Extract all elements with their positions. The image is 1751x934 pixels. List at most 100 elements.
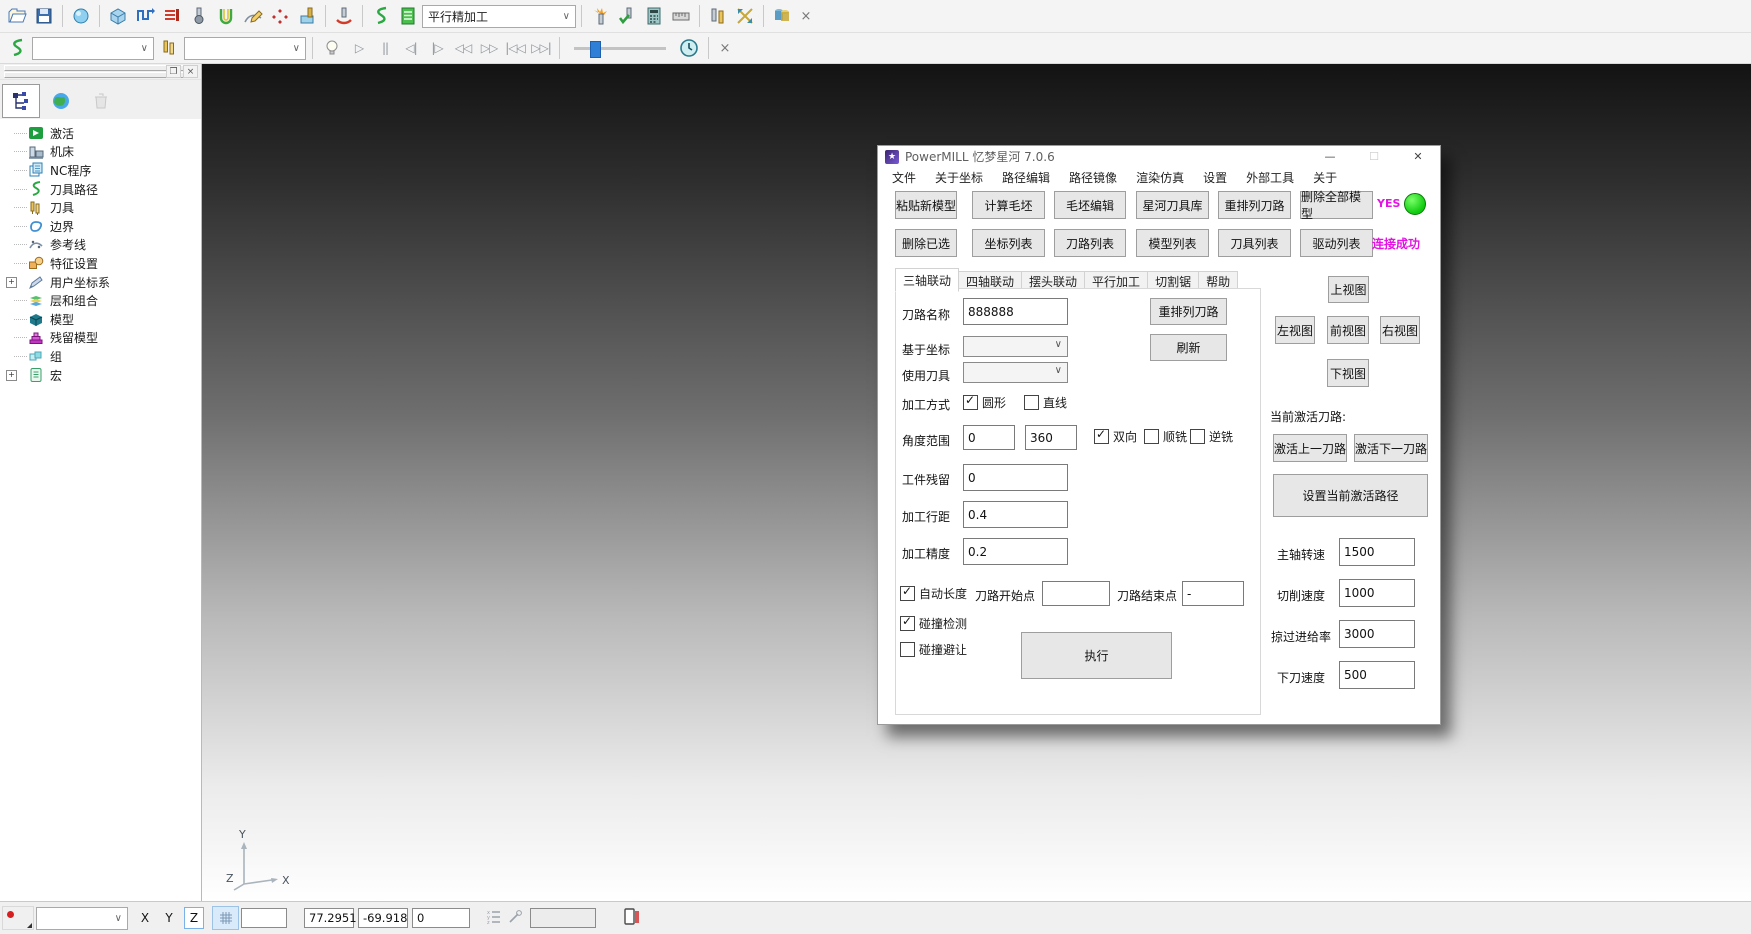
tree-item-levels[interactable]: 层和组合 — [0, 291, 201, 310]
toolpath-icon[interactable] — [368, 3, 394, 29]
tree-item-toolpaths[interactable]: 刀具路径 — [0, 180, 201, 199]
axis-x-button[interactable]: X — [136, 908, 154, 928]
paste-new-model-button[interactable]: 粘贴新模型 — [895, 191, 957, 219]
panel-float-button[interactable]: ❐ — [166, 65, 181, 78]
toolpath-icon[interactable] — [4, 35, 30, 61]
checkbox-icon[interactable] — [900, 642, 915, 657]
toolbar-close-button[interactable]: × — [796, 6, 816, 26]
checkbox-icon[interactable] — [900, 616, 915, 631]
strategy-preset-dropdown[interactable]: 平行精加工 — [422, 5, 576, 28]
checkbox-icon[interactable] — [1144, 429, 1159, 444]
tree-item-patterns[interactable]: 参考线 — [0, 236, 201, 255]
view-right-button[interactable]: 右视图 — [1380, 316, 1420, 344]
tree-item-groups[interactable]: 组 — [0, 347, 201, 366]
raster-path-icon[interactable] — [132, 3, 158, 29]
path-name-input[interactable] — [963, 298, 1068, 325]
graphics-viewport[interactable]: Y Z X ★ PowerMILL 忆梦星河 7.0.6 — ☐ ✕ 文件 — [202, 64, 1751, 902]
tool-pair-icon[interactable] — [705, 3, 731, 29]
menu-about[interactable]: 关于 — [1313, 169, 1337, 186]
checkbox-icon[interactable] — [900, 586, 915, 601]
axis-z-button[interactable]: Z — [184, 907, 204, 929]
tool-check-icon[interactable] — [614, 3, 640, 29]
angle-to-input[interactable] — [1025, 425, 1077, 450]
checkbox-icon[interactable] — [1024, 395, 1039, 410]
both-dir-checkbox[interactable]: 双向 — [1094, 428, 1137, 445]
tree-item-models[interactable]: 模型 — [0, 310, 201, 329]
coord-z-readout[interactable]: 0 — [412, 908, 470, 928]
set-active-path-button[interactable]: 设置当前激活路径 — [1273, 474, 1428, 517]
coord-list-button[interactable]: 坐标列表 — [972, 229, 1045, 257]
stepover-input[interactable] — [963, 501, 1068, 528]
points-pattern-icon[interactable] — [267, 3, 293, 29]
path-start-input[interactable] — [1042, 581, 1110, 606]
axis-y-button[interactable]: Y — [160, 908, 178, 928]
go-to-start-button[interactable]: |◁◁ — [503, 36, 527, 60]
shade-icon[interactable] — [68, 3, 94, 29]
step-forward-button[interactable]: |▷ — [425, 36, 449, 60]
based-coord-dropdown[interactable] — [963, 336, 1068, 357]
save-icon[interactable] — [31, 3, 57, 29]
model-list-button[interactable]: 模型列表 — [1136, 229, 1209, 257]
rearrange-paths-button[interactable]: 重排列刀路 — [1218, 191, 1291, 219]
stock-icon[interactable] — [159, 3, 185, 29]
minimize-button[interactable]: — — [1308, 146, 1352, 167]
go-to-end-button[interactable]: ▷▷| — [529, 36, 553, 60]
tool-burst-icon[interactable] — [587, 3, 613, 29]
expand-icon[interactable]: + — [6, 277, 17, 288]
ball-tool-icon[interactable] — [186, 3, 212, 29]
auto-length-checkbox[interactable]: 自动长度 — [900, 585, 967, 602]
menu-path-edit[interactable]: 路径编辑 — [1002, 169, 1050, 186]
tree-item-nc-program[interactable]: NC程序 — [0, 161, 201, 180]
pattern-pencil-icon[interactable] — [240, 3, 266, 29]
sim-tool-dropdown[interactable] — [184, 37, 306, 60]
tree-item-boundaries[interactable]: 边界 — [0, 217, 201, 236]
view-front-button[interactable]: 前视图 — [1327, 316, 1369, 344]
edit-stock-button[interactable]: 毛坯编辑 — [1054, 191, 1126, 219]
view-bottom-button[interactable]: 下视图 — [1327, 359, 1369, 387]
collision-check-checkbox[interactable]: 碰撞检测 — [900, 615, 967, 632]
boundary-u-icon[interactable] — [213, 3, 239, 29]
tab-explorer-tree[interactable] — [2, 84, 40, 118]
tree-item-activate[interactable]: 激活 — [0, 124, 201, 143]
coord-y-readout[interactable]: -69.918 — [358, 908, 408, 928]
angle-from-input[interactable] — [963, 425, 1015, 450]
fast-forward-button[interactable]: ▷▷ — [477, 36, 501, 60]
checkbox-icon[interactable] — [1094, 429, 1109, 444]
tolerance-input[interactable] — [963, 538, 1068, 565]
tree-item-stock-models[interactable]: 残留模型 — [0, 329, 201, 348]
menu-settings[interactable]: 设置 — [1203, 169, 1227, 186]
tab-explorer-display[interactable] — [42, 84, 80, 118]
tree-item-macros[interactable]: + 宏 — [0, 366, 201, 385]
view-top-button[interactable]: 上视图 — [1328, 276, 1369, 303]
ruler-icon[interactable] — [668, 3, 694, 29]
menu-render-sim[interactable]: 渲染仿真 — [1136, 169, 1184, 186]
grid-snap-button[interactable] — [212, 906, 239, 930]
snap-value-field[interactable] — [241, 908, 287, 928]
stock-allowance-input[interactable] — [963, 464, 1068, 491]
drive-list-button[interactable]: 驱动列表 — [1300, 229, 1373, 257]
plunge-feed-input[interactable] — [1339, 661, 1415, 689]
conventional-checkbox[interactable]: 逆铣 — [1190, 428, 1233, 445]
menu-external-tools[interactable]: 外部工具 — [1246, 169, 1294, 186]
compare-models-icon[interactable] — [769, 3, 795, 29]
path-list-button[interactable]: 刀路列表 — [1054, 229, 1126, 257]
speed-slider-handle[interactable] — [590, 41, 601, 58]
tree-item-workplanes[interactable]: + 用户坐标系 — [0, 273, 201, 292]
bulb-icon[interactable] — [319, 35, 345, 61]
delete-selected-button[interactable]: 删除已选 — [895, 229, 957, 257]
close-button[interactable]: ✕ — [1396, 146, 1440, 167]
checkbox-icon[interactable] — [963, 395, 978, 410]
climb-checkbox[interactable]: 顺铣 — [1144, 428, 1187, 445]
menu-coords[interactable]: 关于坐标 — [935, 169, 983, 186]
menu-file[interactable]: 文件 — [892, 169, 916, 186]
calculator-icon[interactable] — [641, 3, 667, 29]
checkbox-icon[interactable] — [1190, 429, 1205, 444]
tree-item-feature-sets[interactable]: 特征设置 — [0, 254, 201, 273]
tool-icon[interactable] — [156, 35, 182, 61]
coord-x-readout[interactable]: 77.2951 — [304, 908, 354, 928]
tool-library-button[interactable]: 星河刀具库 — [1136, 191, 1209, 219]
activate-prev-path-button[interactable]: 激活上一刀路 — [1273, 434, 1347, 462]
pause-button[interactable]: || — [373, 36, 397, 60]
tool-list-button[interactable]: 刀具列表 — [1218, 229, 1291, 257]
step-back-button[interactable]: ◁| — [399, 36, 423, 60]
